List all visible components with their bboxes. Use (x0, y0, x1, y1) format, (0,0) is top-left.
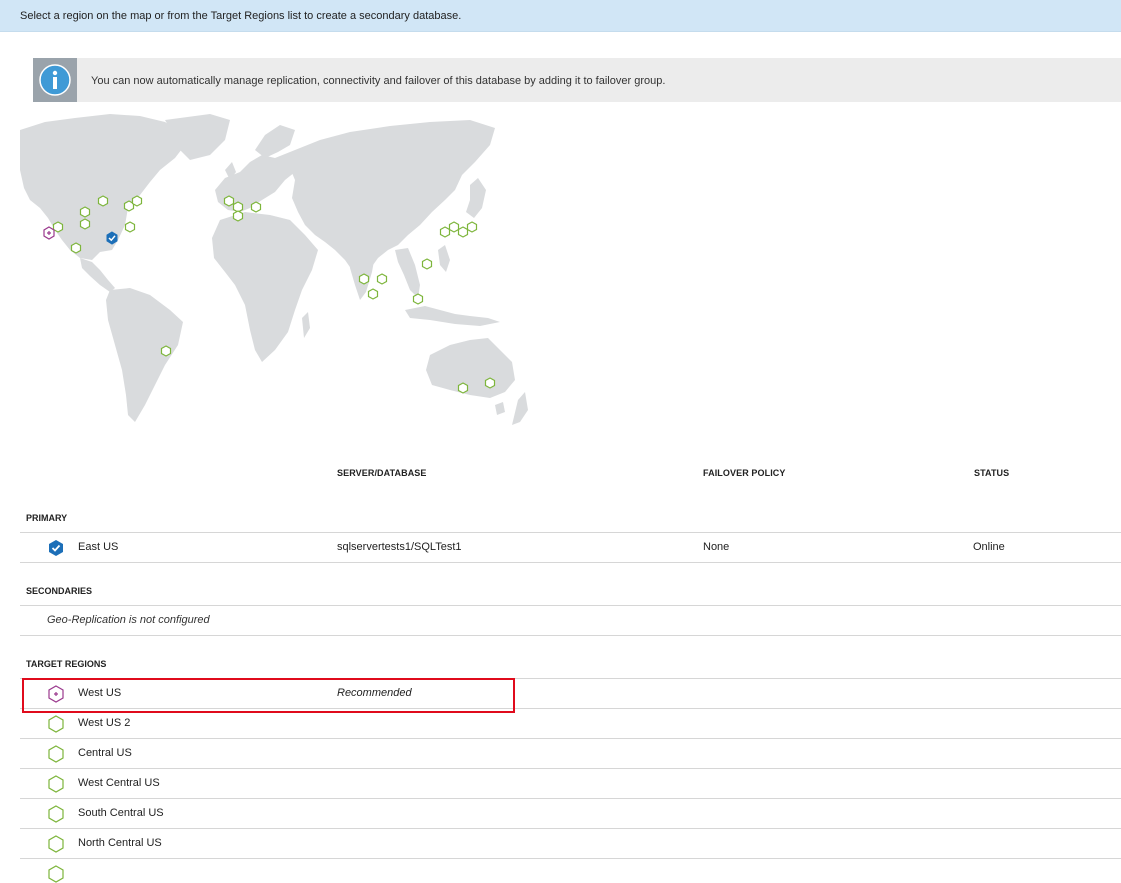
region-marker[interactable] (457, 226, 469, 238)
target-region-row-north-central-us[interactable]: North Central US (20, 828, 1121, 858)
geo-replication-empty-message: Geo-Replication is not configured (47, 614, 210, 626)
region-marker[interactable] (97, 195, 109, 207)
region-hexagon-icon (48, 745, 64, 763)
region-hexagon-icon (48, 805, 64, 823)
region-marker[interactable] (457, 382, 469, 394)
row-divider (20, 605, 1121, 606)
failover-group-info-bar: You can now automatically manage replica… (33, 58, 1121, 102)
target-region-row-partial[interactable] (20, 858, 1121, 883)
primary-row[interactable]: East US sqlservertests1/SQLTest1 None On… (20, 532, 1121, 562)
target-region-name: South Central US (78, 807, 164, 819)
target-region-row-west-central-us[interactable]: West Central US (20, 768, 1121, 798)
info-tile (33, 58, 77, 102)
region-marker[interactable] (250, 201, 262, 213)
target-region-name: West US 2 (78, 717, 131, 729)
primary-region-marker[interactable] (106, 231, 118, 245)
column-header-failover-policy: FAILOVER POLICY (703, 468, 786, 478)
region-marker[interactable] (223, 195, 235, 207)
region-hexagon-icon (48, 715, 64, 733)
region-marker[interactable] (484, 377, 496, 389)
region-marker[interactable] (412, 293, 424, 305)
region-marker[interactable] (131, 195, 143, 207)
region-marker[interactable] (79, 206, 91, 218)
region-marker[interactable] (232, 210, 244, 222)
column-header-status: STATUS (974, 468, 1010, 478)
region-hexagon-icon (48, 865, 64, 883)
divider (20, 562, 1121, 563)
row-divider (20, 798, 1121, 799)
info-icon (39, 64, 71, 96)
recommended-region-marker[interactable] (43, 226, 55, 240)
recommended-row-highlight (22, 678, 515, 713)
target-region-row-south-central-us[interactable]: South Central US (20, 798, 1121, 828)
primary-server-database: sqlservertests1/SQLTest1 (337, 541, 462, 553)
target-region-name: North Central US (78, 837, 162, 849)
region-marker[interactable] (448, 221, 460, 233)
region-marker[interactable] (160, 345, 172, 357)
region-marker[interactable] (124, 221, 136, 233)
region-marker[interactable] (439, 226, 451, 238)
region-marker[interactable] (466, 221, 478, 233)
region-marker[interactable] (70, 242, 82, 254)
secondaries-section-label: SECONDARIES (26, 586, 93, 596)
region-marker[interactable] (358, 273, 370, 285)
target-region-row-central-us[interactable]: Central US (20, 738, 1121, 768)
primary-failover-policy: None (703, 541, 730, 553)
region-hexagon-icon (48, 775, 64, 793)
row-divider (20, 738, 1121, 739)
region-marker[interactable] (79, 218, 91, 230)
region-marker[interactable] (376, 273, 388, 285)
divider (20, 635, 1121, 636)
target-regions-section-label: TARGET REGIONS (26, 659, 107, 669)
row-divider (20, 858, 1121, 859)
row-divider (20, 828, 1121, 829)
region-marker[interactable] (52, 221, 64, 233)
primary-section-label: PRIMARY (26, 513, 68, 523)
row-divider (20, 532, 1121, 533)
primary-status: Online (973, 541, 1005, 553)
primary-region-name: East US (78, 541, 119, 553)
region-marker[interactable] (421, 258, 433, 270)
world-map[interactable] (0, 100, 560, 440)
region-hexagon-icon (48, 835, 64, 853)
info-message: You can now automatically manage replica… (91, 75, 666, 87)
primary-check-icon (49, 540, 63, 556)
target-region-name: West Central US (78, 777, 160, 789)
secondaries-empty-row: Geo-Replication is not configured (20, 605, 1121, 635)
region-marker[interactable] (367, 288, 379, 300)
instruction-banner: Select a region on the map or from the T… (0, 0, 1121, 32)
instruction-text: Select a region on the map or from the T… (20, 10, 462, 22)
column-header-server-database: SERVER/DATABASE (337, 468, 427, 478)
target-region-name: Central US (78, 747, 132, 759)
land-masses (20, 114, 528, 425)
row-divider (20, 768, 1121, 769)
